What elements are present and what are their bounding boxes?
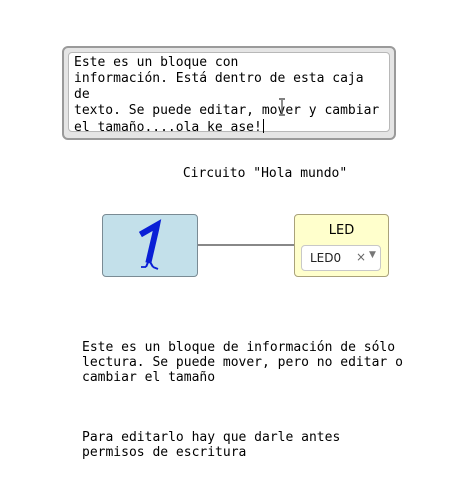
editable-text[interactable]: Este es un bloque con información. Está … (74, 55, 379, 135)
constant-one-block[interactable] (102, 214, 198, 277)
readonly-paragraph: Este es un bloque de información de sólo… (82, 340, 403, 385)
circuit-title: Circuito "Hola mundo" (182, 166, 348, 181)
led-pin-select[interactable]: LED0 × ▼ (301, 245, 381, 271)
dropdown-arrow-icon[interactable]: ▼ (369, 250, 376, 260)
led-pin-selected-value: LED0 (310, 251, 342, 265)
editable-textbox[interactable]: Este es un bloque con información. Está … (68, 52, 390, 135)
readonly-paragraph: Para editarlo hay que darle antes permis… (82, 430, 341, 460)
clear-selection-icon[interactable]: × (356, 250, 366, 264)
readonly-info-block[interactable]: Este es un bloque de información de sólo… (82, 310, 422, 490)
text-caret (262, 119, 264, 133)
connection-wire (198, 244, 294, 246)
led-block[interactable]: LED LED0 × ▼ (294, 214, 389, 277)
ibeam-cursor-icon (279, 98, 285, 116)
led-block-title: LED (328, 223, 355, 238)
digit-one-walking-icon (138, 219, 162, 270)
